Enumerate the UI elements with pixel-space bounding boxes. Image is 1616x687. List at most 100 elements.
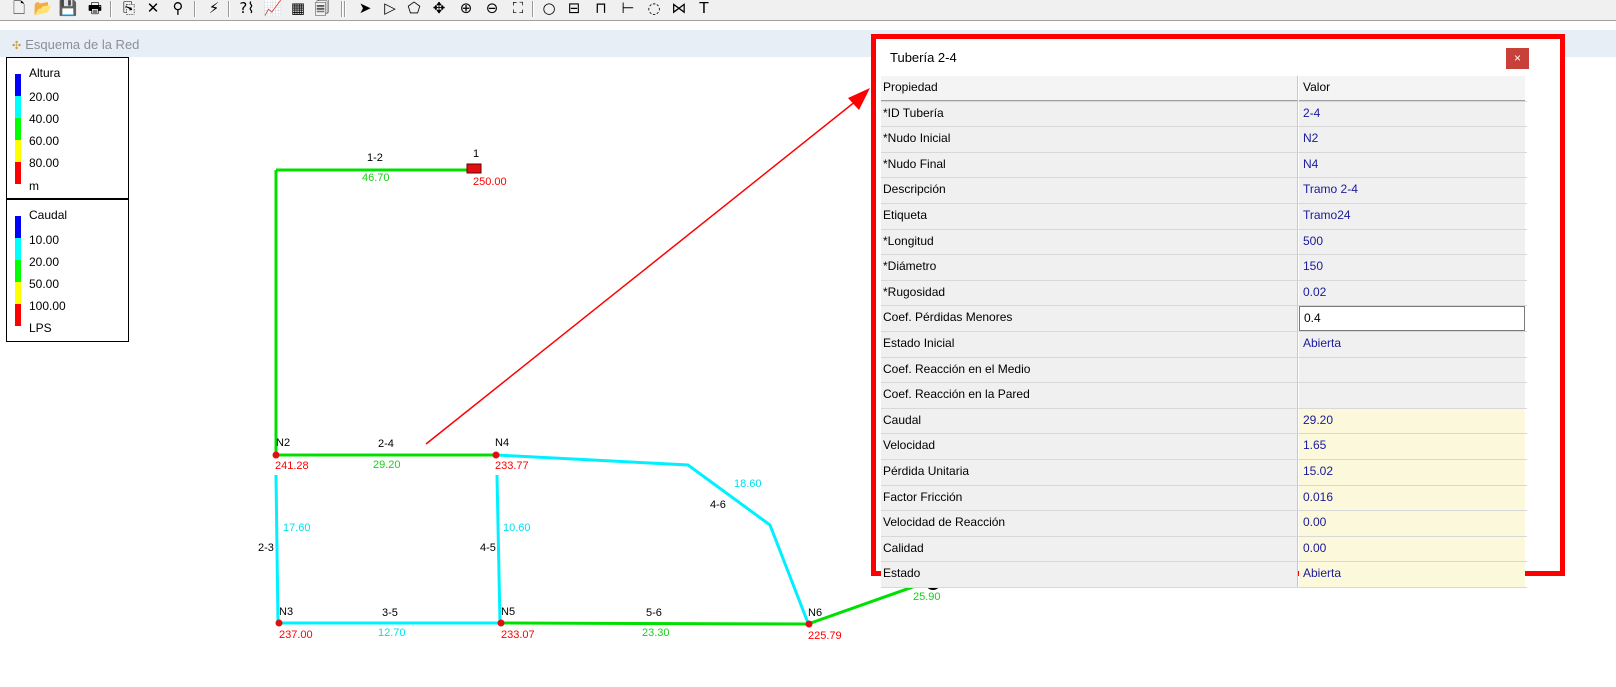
property-row[interactable]: Coef. Reacción en la Pared [881,383,1527,409]
legend-swatch [15,260,21,282]
node-id-label: N2 [276,437,291,449]
reservoir-1 [466,163,482,174]
close-icon[interactable]: × [1506,48,1529,69]
legend-unit: m [29,179,39,193]
node-value-label: 225.79 [808,630,842,642]
property-value[interactable]: Abierta [1299,562,1525,587]
property-value[interactable]: 0.016 [1299,485,1525,511]
property-value[interactable]: 0.02 [1299,280,1525,306]
property-label: Coef. Reacción en el Medio [881,357,1298,383]
node-N2 [272,451,280,459]
property-value[interactable]: N4 [1299,152,1525,178]
property-row[interactable]: Factor Fricción 0.016 [881,485,1527,512]
legend-swatch [15,282,21,304]
legend-title: Caudal [29,208,68,222]
node-id-label: N6 [808,607,823,619]
legend-value: 60.00 [29,134,60,148]
legend-swatch [15,140,21,162]
property-value[interactable]: Tramo 2-4 [1299,178,1525,203]
property-row[interactable]: *Nudo Inicial N2 [881,127,1527,153]
legend-altura[interactable]: Altura 20.00 40.00 60.00 80.00 m [6,57,129,199]
node-id-label: 1 [473,148,480,160]
link-id-label: 2-3 [258,542,274,554]
node-value-label: 237.00 [279,629,313,641]
property-label: *Nudo Inicial [881,127,1298,152]
property-row[interactable]: Velocidad de Reacción 0.00 [881,511,1527,537]
property-value[interactable]: N2 [1299,127,1525,152]
property-label: Velocidad [881,434,1298,459]
legend-value: 20.00 [29,90,60,104]
property-row[interactable]: Descripción Tramo 2-4 [881,178,1527,204]
column-header-property: Propiedad [881,76,1298,101]
property-row[interactable]: Coef. Pérdidas Menores 0.4 [881,306,1527,332]
property-value[interactable]: 15.02 [1299,459,1525,485]
property-label: Coef. Reacción en la Pared [881,383,1298,408]
node-id-label: N4 [495,437,510,449]
property-row[interactable]: Estado Inicial Abierta [881,331,1527,358]
property-row[interactable]: Etiqueta Tramo24 [881,203,1527,230]
property-value[interactable] [1299,383,1525,408]
legend-swatch [15,304,21,326]
property-row[interactable]: *Rugosidad 0.02 [881,280,1527,307]
property-row[interactable]: *ID Tubería 2-4 [881,101,1527,128]
legend-value: 10.00 [29,233,60,247]
node-N5 [497,619,505,627]
property-row[interactable]: *Diámetro 150 [881,255,1527,281]
node-N3 [275,619,283,627]
property-row[interactable]: Coef. Reacción en el Medio [881,357,1527,384]
annotation-arrowhead [848,88,870,110]
link-value-label: 12.70 [378,627,406,639]
property-label: Factor Fricción [881,485,1298,511]
property-editor-dialog: Tubería 2-4 × Propiedad Valor *ID Tuberí… [871,34,1565,588]
link-value-label: 29.20 [373,459,401,471]
pipe-4-5 [495,474,502,624]
property-label: Estado [881,562,1298,587]
link-id-label: 4-6 [710,499,726,511]
node-value-label: 233.77 [495,460,529,472]
property-label: Caudal [881,408,1298,434]
property-label: *ID Tubería [881,101,1298,127]
legend-swatch [15,74,21,96]
property-row[interactable]: Estado Abierta [881,562,1527,588]
link-id-label: 5-6 [646,607,662,619]
property-row[interactable]: *Longitud 500 [881,229,1527,256]
property-row[interactable]: Caudal 29.20 [881,408,1527,435]
node-value-label: 250.00 [473,176,507,188]
link-id-label: 2-4 [378,438,394,450]
legend-swatch [15,162,21,184]
node-N4 [492,451,500,459]
property-label: Calidad [881,536,1298,562]
property-value[interactable]: 2-4 [1299,101,1525,127]
link-id-label: 4-5 [480,542,496,554]
property-row[interactable]: Calidad 0.00 [881,536,1527,563]
property-row[interactable]: Velocidad 1.65 [881,434,1527,460]
property-value[interactable] [1299,357,1525,383]
property-value[interactable]: Tramo24 [1299,203,1525,229]
property-value[interactable]: Abierta [1299,331,1525,357]
property-value[interactable]: 0.00 [1299,536,1525,562]
link-value-label: 18.60 [734,478,762,490]
property-label: *Rugosidad [881,280,1298,306]
column-header-value: Valor [1299,76,1525,101]
property-row[interactable]: *Nudo Final N4 [881,152,1527,179]
property-value[interactable]: 0.00 [1299,511,1525,536]
pipe-2-3 [274,474,280,624]
legend-value: 80.00 [29,156,60,170]
property-label: *Diámetro [881,255,1298,280]
legend-unit: LPS [29,321,52,335]
property-value-input[interactable]: 0.4 [1299,306,1525,331]
property-label: Coef. Pérdidas Menores [881,306,1298,331]
property-value[interactable]: 150 [1299,255,1525,280]
property-label: *Longitud [881,229,1298,255]
node-id-label: N5 [501,606,516,618]
property-value[interactable]: 1.65 [1299,434,1525,459]
annotation-arrow [425,92,867,445]
node-N6 [805,620,813,628]
link-value-label: 23.30 [642,627,670,639]
legend-caudal[interactable]: Caudal 10.00 20.00 50.00 100.00 LPS [6,199,129,342]
property-row[interactable]: Pérdida Unitaria 15.02 [881,459,1527,486]
legend-title: Altura [29,66,61,80]
property-value[interactable]: 500 [1299,229,1525,255]
property-value[interactable]: 29.20 [1299,408,1525,434]
legend-swatch [15,96,21,118]
